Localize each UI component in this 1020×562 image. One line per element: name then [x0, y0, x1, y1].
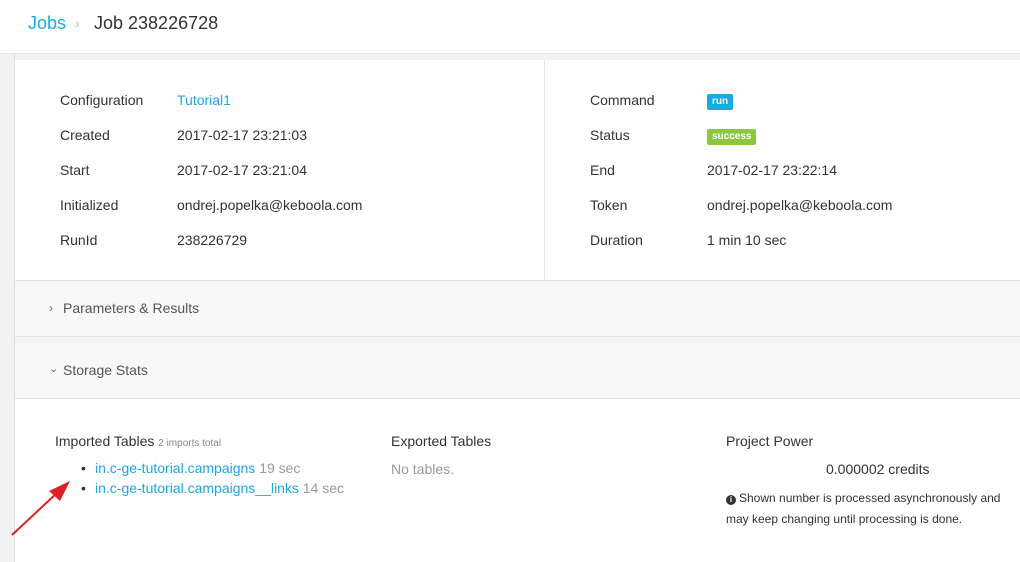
annotation-arrow-icon — [11, 481, 70, 536]
